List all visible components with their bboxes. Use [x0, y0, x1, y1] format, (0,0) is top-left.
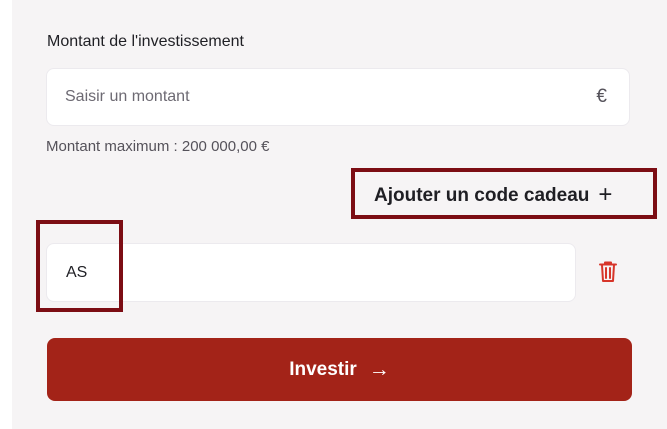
amount-label: Montant de l'investissement — [47, 33, 244, 50]
gift-code-input[interactable] — [66, 244, 546, 301]
amount-input[interactable] — [65, 69, 565, 125]
invest-button[interactable]: Investir → — [47, 338, 632, 401]
max-amount-text: Montant maximum : 200 000,00 € — [46, 138, 270, 155]
gift-code-field[interactable] — [46, 243, 576, 302]
amount-field[interactable]: € — [46, 68, 630, 126]
delete-gift-code-button[interactable] — [596, 258, 620, 284]
arrow-right-icon: → — [368, 358, 390, 381]
currency-symbol: € — [596, 86, 607, 107]
plus-icon: + — [598, 181, 613, 208]
trash-icon — [599, 261, 617, 282]
invest-button-label: Investir — [289, 358, 357, 380]
add-gift-code-button[interactable]: Ajouter un code cadeau + — [374, 182, 612, 210]
add-gift-code-label: Ajouter un code cadeau — [374, 185, 590, 206]
